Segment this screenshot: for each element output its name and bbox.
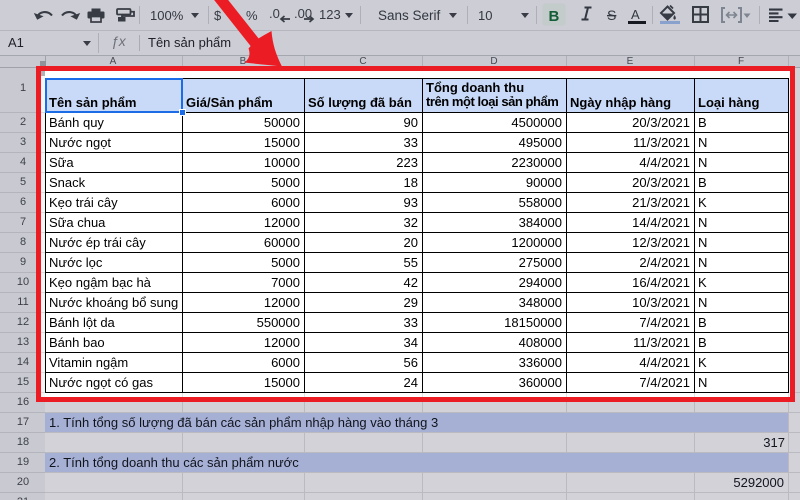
svg-text:123: 123: [319, 7, 341, 22]
svg-text:B: B: [549, 8, 560, 25]
svg-text:A: A: [631, 7, 640, 22]
svg-text:S: S: [607, 7, 616, 23]
